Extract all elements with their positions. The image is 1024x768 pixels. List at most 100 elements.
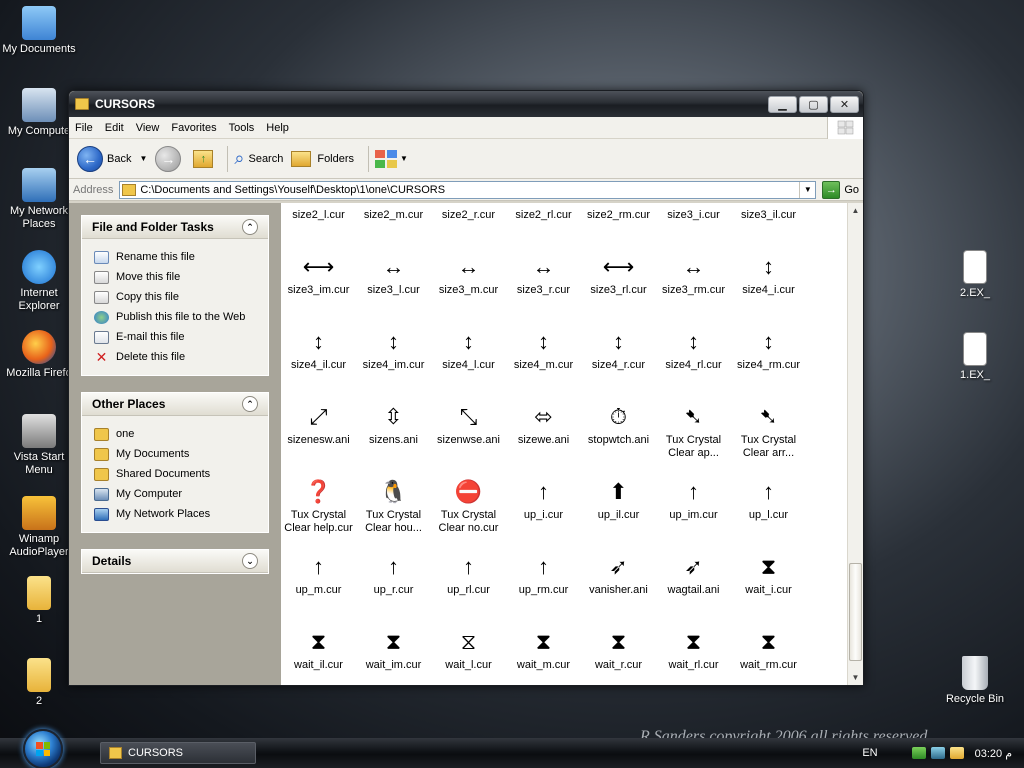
file-item[interactable]: ↕ size4_rl.cur <box>656 325 731 385</box>
antivirus-tray-icon[interactable] <box>930 747 945 759</box>
menu-view[interactable]: View <box>130 117 166 139</box>
title-bar[interactable]: CURSORS ▁ ▢ ✕ <box>69 91 863 117</box>
file-item[interactable]: ⧗ wait_m.cur <box>506 625 581 685</box>
task-rename[interactable]: Rename this file <box>94 247 258 267</box>
desktop-icon-internet-explorer[interactable]: Internet Explorer <box>0 250 78 313</box>
task-publish[interactable]: Publish this file to the Web <box>94 307 258 327</box>
up-folder-button[interactable]: ↑ <box>193 149 214 168</box>
file-item[interactable]: 🐧 Tux Crystal Clear hou... <box>356 475 431 535</box>
views-button[interactable]: ▼ <box>375 149 408 168</box>
desktop-icon-recycle-bin[interactable]: Recycle Bin <box>936 656 1014 706</box>
file-item[interactable]: ↑ up_im.cur <box>656 475 731 535</box>
file-item[interactable]: size2_r.cur <box>431 203 506 235</box>
file-item[interactable]: ⟷ size3_im.cur <box>281 250 356 310</box>
file-item[interactable]: ⟷ size3_rl.cur <box>581 250 656 310</box>
address-input[interactable]: C:\Documents and Settings\Youself\Deskto… <box>119 180 817 199</box>
file-item[interactable]: ⤡ sizenwse.ani <box>431 400 506 460</box>
file-item[interactable]: ⧗ wait_r.cur <box>581 625 656 685</box>
clock[interactable]: 03:20 م <box>975 747 1012 760</box>
maximize-button[interactable]: ▢ <box>799 95 828 113</box>
go-button[interactable]: → Go <box>822 180 859 199</box>
file-item[interactable]: ↔ size3_rm.cur <box>656 250 731 310</box>
desktop-icon-2-ex[interactable]: 2.EX_ <box>936 250 1014 300</box>
file-item[interactable]: ↔ size3_r.cur <box>506 250 581 310</box>
place-my-computer[interactable]: My Computer <box>94 484 258 504</box>
file-item[interactable]: ↑ up_i.cur <box>506 475 581 535</box>
scroll-thumb[interactable] <box>849 563 862 661</box>
chevron-up-icon[interactable]: ⌃ <box>242 219 258 235</box>
menu-file[interactable]: File <box>69 117 99 139</box>
desktop-icon-my-documents[interactable]: My Documents <box>0 6 78 56</box>
file-item[interactable]: ↕ size4_l.cur <box>431 325 506 385</box>
desktop-icon-winamp[interactable]: Winamp AudioPlayer <box>0 496 78 559</box>
file-item[interactable]: ↕ size4_rm.cur <box>731 325 806 385</box>
desktop-icon-firefox[interactable]: Mozilla Firefo <box>0 330 78 380</box>
task-email[interactable]: E-mail this file <box>94 327 258 347</box>
desktop-icon-vista-start-menu[interactable]: Vista Start Menu <box>0 414 78 477</box>
chevron-down-icon[interactable]: ▼ <box>799 181 815 198</box>
file-item[interactable]: ⧗ wait_im.cur <box>356 625 431 685</box>
update-tray-icon[interactable] <box>949 747 964 759</box>
other-places-header[interactable]: Other Places ⌃ <box>82 393 268 416</box>
desktop-icon-1-ex[interactable]: 1.EX_ <box>936 332 1014 382</box>
file-item[interactable]: ↕ size4_i.cur <box>731 250 806 310</box>
file-item[interactable]: ❓ Tux Crystal Clear help.cur <box>281 475 356 535</box>
desktop-icon-folder-1[interactable]: 1 <box>0 576 78 626</box>
scroll-up-icon[interactable]: ▲ <box>848 203 863 218</box>
file-item[interactable]: ↔ size3_m.cur <box>431 250 506 310</box>
network-tray-icon[interactable] <box>911 747 926 759</box>
place-my-documents[interactable]: My Documents <box>94 444 258 464</box>
language-indicator[interactable]: EN <box>862 747 877 759</box>
file-item[interactable]: size3_il.cur <box>731 203 806 235</box>
file-item[interactable]: ⧖ wait_l.cur <box>431 625 506 685</box>
file-item[interactable]: ⧗ wait_i.cur <box>731 550 806 610</box>
close-button[interactable]: ✕ <box>830 95 859 113</box>
desktop-icon-network-places[interactable]: My Network Places <box>0 168 78 231</box>
file-item[interactable]: ⏱ stopwtch.ani <box>581 400 656 460</box>
file-item[interactable]: size2_rm.cur <box>581 203 656 235</box>
file-item[interactable]: ⧗ wait_rm.cur <box>731 625 806 685</box>
place-shared-documents[interactable]: Shared Documents <box>94 464 258 484</box>
task-copy[interactable]: Copy this file <box>94 287 258 307</box>
place-one[interactable]: one <box>94 424 258 444</box>
file-item[interactable]: ↑ up_l.cur <box>731 475 806 535</box>
details-header[interactable]: Details ⌄ <box>82 550 268 573</box>
file-item[interactable]: ⤢ sizenesw.ani <box>281 400 356 460</box>
file-item[interactable]: ↑ up_m.cur <box>281 550 356 610</box>
desktop-icon-my-computer[interactable]: My Compute <box>0 88 78 138</box>
forward-button[interactable]: → <box>155 145 185 172</box>
file-item[interactable]: ⧗ wait_il.cur <box>281 625 356 685</box>
menu-edit[interactable]: Edit <box>99 117 130 139</box>
vertical-scrollbar[interactable]: ▲ ▼ <box>847 203 863 685</box>
search-button[interactable]: ⌕ Search <box>234 148 283 169</box>
scroll-down-icon[interactable]: ▼ <box>848 670 863 685</box>
file-item[interactable]: ⬆ up_il.cur <box>581 475 656 535</box>
file-item[interactable]: ➷ Tux Crystal Clear arr... <box>731 400 806 460</box>
file-item[interactable]: ↕ size4_m.cur <box>506 325 581 385</box>
menu-tools[interactable]: Tools <box>223 117 261 139</box>
minimize-button[interactable]: ▁ <box>768 95 797 113</box>
file-item[interactable]: size3_i.cur <box>656 203 731 235</box>
menu-favorites[interactable]: Favorites <box>165 117 222 139</box>
file-item[interactable]: ⧗ wait_rl.cur <box>656 625 731 685</box>
file-item[interactable]: size2_l.cur <box>281 203 356 235</box>
taskbar-window-cursors[interactable]: CURSORS <box>100 742 256 764</box>
place-network-places[interactable]: My Network Places <box>94 504 258 524</box>
file-item[interactable]: ⛔ Tux Crystal Clear no.cur <box>431 475 506 535</box>
file-item[interactable]: ⇳ sizens.ani <box>356 400 431 460</box>
file-item[interactable]: ↕ size4_il.cur <box>281 325 356 385</box>
file-folder-tasks-header[interactable]: File and Folder Tasks ⌃ <box>82 216 268 239</box>
file-item[interactable]: ↔ size3_l.cur <box>356 250 431 310</box>
file-item[interactable]: ↕ size4_r.cur <box>581 325 656 385</box>
file-item[interactable]: ↑ up_r.cur <box>356 550 431 610</box>
file-item[interactable]: ➶ vanisher.ani <box>581 550 656 610</box>
file-item[interactable]: ⬄ sizewe.ani <box>506 400 581 460</box>
file-item[interactable]: ➷ Tux Crystal Clear ap... <box>656 400 731 460</box>
chevron-down-icon[interactable]: ⌄ <box>242 553 258 569</box>
menu-help[interactable]: Help <box>260 117 295 139</box>
file-item[interactable]: size2_rl.cur <box>506 203 581 235</box>
file-item[interactable]: ➶ wagtail.ani <box>656 550 731 610</box>
file-item[interactable]: ↕ size4_im.cur <box>356 325 431 385</box>
back-button[interactable]: ← Back ▼ <box>77 145 147 172</box>
task-delete[interactable]: ✕ Delete this file <box>94 347 258 367</box>
